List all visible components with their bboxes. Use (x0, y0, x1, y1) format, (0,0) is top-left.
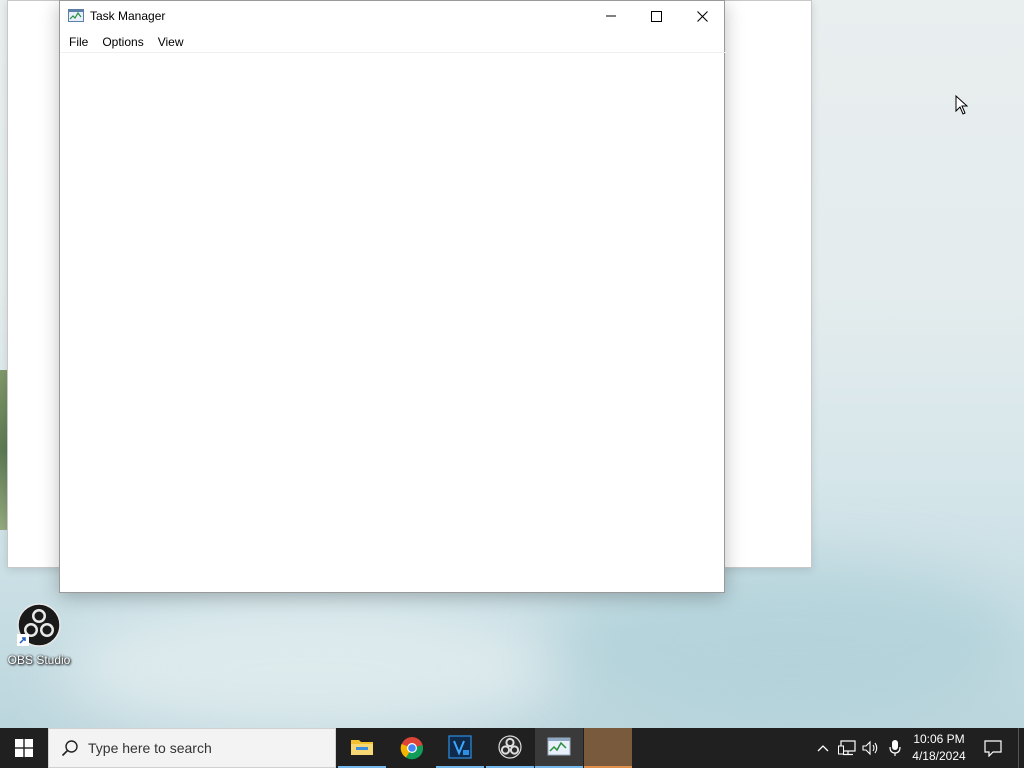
minimize-button[interactable] (588, 1, 634, 31)
volume-icon (862, 740, 878, 756)
search-icon (61, 740, 78, 757)
window-title: Task Manager (90, 9, 166, 23)
desktop: Task Manager File Options View OBS Studi… (0, 0, 1024, 728)
close-button[interactable] (679, 1, 725, 31)
mouse-cursor-icon (955, 95, 969, 115)
obs-studio-icon (498, 735, 522, 759)
wallpaper-mist (60, 600, 560, 728)
search-input[interactable]: Type here to search (48, 728, 336, 768)
taskbar-app-chrome[interactable] (388, 728, 436, 768)
taskbar-app-obs-studio[interactable] (486, 728, 534, 768)
taskbar: Type here to search 10:06 PM 4/18/2024 (0, 728, 1024, 768)
visual-studio-icon (448, 735, 472, 759)
network-icon (838, 740, 856, 756)
clock-time: 10:06 PM (913, 732, 965, 746)
desktop-icon-obs-studio[interactable]: OBS Studio (8, 603, 70, 669)
task-manager-window[interactable]: Task Manager File Options View (59, 0, 726, 593)
clock-date: 4/18/2024 (912, 749, 966, 763)
windows-logo-icon (15, 739, 33, 757)
taskbar-app-unknown[interactable] (584, 728, 632, 768)
menu-bar: File Options View (60, 32, 726, 53)
taskbar-app-visual-studio[interactable] (436, 728, 484, 768)
taskbar-app-file-explorer[interactable] (338, 728, 386, 768)
menu-options[interactable]: Options (95, 33, 150, 51)
file-explorer-icon (351, 740, 373, 755)
maximize-icon (650, 10, 662, 22)
task-manager-icon (68, 9, 84, 22)
microphone-tray-button[interactable] (883, 728, 907, 768)
minimize-icon (606, 15, 616, 17)
taskbar-app-task-manager[interactable] (535, 728, 583, 768)
menu-file[interactable]: File (62, 33, 95, 51)
show-desktop-button[interactable] (1018, 728, 1024, 768)
chrome-icon (400, 737, 424, 760)
desktop-icon-label: OBS Studio (7, 653, 71, 667)
shortcut-arrow-icon (17, 634, 29, 646)
system-clock[interactable]: 10:06 PM 4/18/2024 (906, 731, 972, 765)
title-bar[interactable]: Task Manager (60, 1, 724, 32)
close-icon (696, 10, 708, 22)
task-manager-content (60, 53, 724, 592)
network-tray-button[interactable] (835, 728, 859, 768)
task-manager-icon (547, 737, 571, 756)
show-hidden-icons-button[interactable] (811, 728, 835, 768)
menu-view[interactable]: View (151, 33, 191, 51)
maximize-button[interactable] (633, 1, 679, 31)
search-placeholder: Type here to search (88, 740, 212, 756)
start-button[interactable] (0, 728, 48, 768)
notification-icon (984, 740, 1002, 757)
microphone-icon (889, 740, 901, 756)
chevron-up-icon (817, 745, 829, 752)
volume-tray-button[interactable] (859, 728, 883, 768)
action-center-button[interactable] (978, 728, 1008, 768)
